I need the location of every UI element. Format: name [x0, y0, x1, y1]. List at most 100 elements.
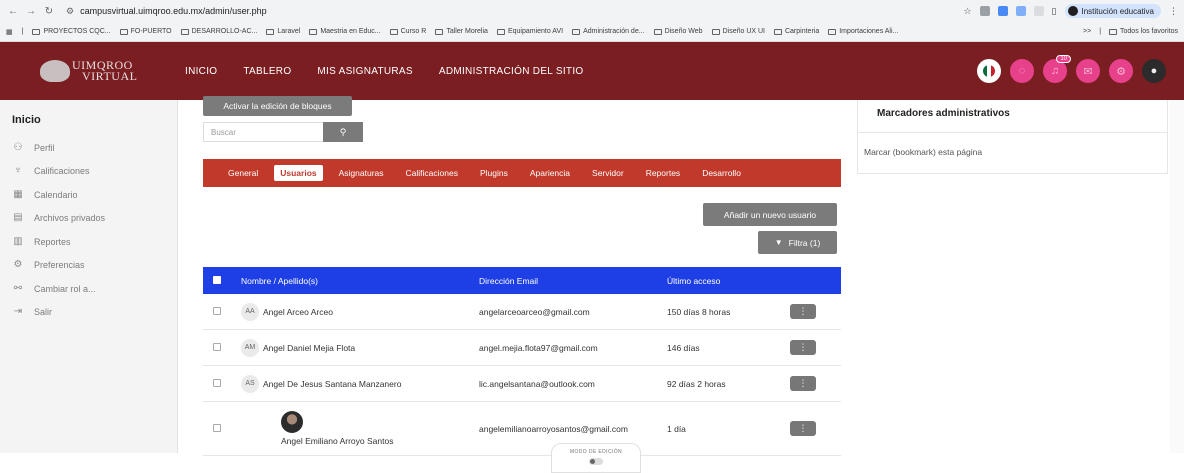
search-button[interactable]: ⚲	[323, 122, 363, 142]
user-email: angelemilianoarroyosantos@gmail.com	[479, 423, 628, 434]
messages-icon[interactable]: ✉	[1076, 59, 1100, 83]
sidebar-item-calendario[interactable]: ▦ Calendario	[0, 183, 177, 207]
edit-blocks-button[interactable]: Activar la edición de bloques	[203, 96, 352, 116]
tab-plugins[interactable]: Plugins	[474, 165, 514, 181]
bookmark-item[interactable]: Carpinteria	[773, 28, 819, 35]
sidebar-item-reportes[interactable]: ▥ Reportes	[0, 230, 177, 254]
site-info-icon[interactable]: ⚙	[66, 6, 74, 17]
search-input[interactable]: Buscar	[203, 122, 323, 142]
sidebar-item-archivos[interactable]: ▤ Archivos privados	[0, 207, 177, 231]
tab-general[interactable]: General	[222, 165, 264, 181]
bookmark-item[interactable]: Curso R	[389, 28, 426, 35]
tab-desarrollo[interactable]: Desarrollo	[696, 165, 747, 181]
folder-icon	[180, 28, 189, 35]
avatar	[281, 411, 303, 433]
user-name-link[interactable]: Angel De Jesus Santana Manzanero	[263, 379, 401, 389]
user-avatar[interactable]: ●	[1142, 59, 1166, 83]
bookmark-item[interactable]: Importaciones Ali...	[828, 28, 898, 35]
bookmark-item[interactable]: FO-PUERTO	[119, 28, 172, 35]
nav-tablero[interactable]: TABLERO	[243, 66, 291, 77]
apps-icon[interactable]: ▦	[6, 28, 13, 36]
sidebar-item-preferencias[interactable]: ⚙ Preferencias	[0, 254, 177, 278]
address-bar[interactable]: ⚙ campusvirtual.uimqroo.edu.mx/admin/use…	[66, 6, 267, 17]
nav-mis-asignaturas[interactable]: MIS ASIGNATURAS	[317, 66, 412, 77]
bookmark-item[interactable]: Equipamiento AVI	[496, 28, 563, 35]
row-actions-menu-button[interactable]: ⋮	[790, 421, 816, 436]
column-header-email[interactable]: Dirección Email	[479, 276, 667, 286]
row-actions-menu-button[interactable]: ⋮	[790, 376, 816, 391]
user-name-link[interactable]: Angel Arceo Arceo	[263, 307, 333, 317]
user-name-link[interactable]: Angel Daniel Mejia Flota	[263, 343, 355, 353]
sidebar-item-salir[interactable]: ⇥ Salir	[0, 301, 177, 325]
admin-bookmarks-block: Marcadores administrativos Marcar (bookm…	[857, 100, 1168, 174]
notifications-icon[interactable]: ♫ 10	[1043, 55, 1071, 83]
tab-apariencia[interactable]: Apariencia	[524, 165, 576, 181]
settings-icon[interactable]: ⚙	[1109, 59, 1133, 83]
sidebar-title[interactable]: Inicio	[12, 114, 177, 126]
sidepanel-icon[interactable]: ▯	[1052, 6, 1057, 17]
extension-icon[interactable]	[1015, 6, 1026, 16]
user-name-link[interactable]: Angel Emiliano Arroyo Santos	[281, 436, 393, 446]
table-header: Nombre / Apellido(s) Dirección Email Últ…	[203, 267, 841, 294]
folder-icon	[653, 28, 662, 35]
page-scrollbar[interactable]	[1170, 100, 1184, 453]
select-all-checkbox[interactable]	[213, 275, 221, 284]
nav-administracion[interactable]: ADMINISTRACIÓN DEL SITIO	[439, 66, 584, 77]
bookmark-page-link[interactable]: Marcar (bookmark) esta página	[858, 133, 1167, 173]
more-bookmarks-button[interactable]: >>	[1083, 28, 1091, 35]
site-header: UIMQROO VIRTUAL INICIO TABLERO MIS ASIGN…	[0, 42, 1184, 100]
logo-icon	[40, 60, 70, 82]
bookmark-item[interactable]: Diseño UX UI	[711, 28, 765, 35]
bookmark-item[interactable]: DESARROLLO-AC...	[180, 28, 257, 35]
edit-mode-toggle[interactable]: MODO DE EDICIÓN	[551, 443, 641, 473]
row-checkbox[interactable]	[213, 423, 221, 432]
back-icon[interactable]: ←	[6, 6, 20, 17]
bookmark-item[interactable]: Administración de...	[572, 28, 645, 35]
add-user-button[interactable]: Añadir un nuevo usuario	[703, 203, 837, 226]
language-flag-icon[interactable]	[977, 59, 1001, 83]
bookmark-item[interactable]: Laravel	[266, 28, 300, 35]
table-row: AM Angel Daniel Mejia Flota angel.mejia.f…	[203, 330, 841, 366]
folder-icon	[435, 28, 444, 35]
accessibility-icon[interactable]: ◌	[1010, 59, 1034, 83]
extension-icon[interactable]	[1033, 6, 1044, 16]
row-actions-menu-button[interactable]: ⋮	[790, 304, 816, 319]
row-actions-menu-button[interactable]: ⋮	[790, 340, 816, 355]
sidebar-item-cambiar-rol[interactable]: ⚯ Cambiar rol a...	[0, 277, 177, 301]
url-text[interactable]: campusvirtual.uimqroo.edu.mx/admin/user.…	[80, 6, 267, 16]
all-bookmarks-button[interactable]: Todos los favoritos	[1109, 28, 1178, 35]
star-icon[interactable]: ☆	[963, 6, 971, 17]
main-content: Activar la edición de bloques Buscar ⚲ G…	[203, 96, 843, 473]
row-checkbox[interactable]	[213, 342, 221, 351]
column-header-name[interactable]: Nombre / Apellido(s)	[241, 276, 479, 286]
bookmark-item[interactable]: Maestria en Educ...	[309, 28, 381, 35]
filter-icon: ▼	[774, 238, 783, 247]
sidebar-item-label: Calendario	[34, 189, 78, 200]
row-checkbox[interactable]	[213, 378, 221, 387]
table-row: Angel Emiliano Arroyo Santos angelemilia…	[203, 402, 841, 456]
sidebar-item-perfil[interactable]: ⚇ Perfil	[0, 136, 177, 160]
bookmark-item[interactable]: PROYECTOS CQC...	[32, 28, 111, 35]
bookmark-item[interactable]: Taller Morelia	[435, 28, 488, 35]
site-logo[interactable]: UIMQROO VIRTUAL	[18, 59, 163, 82]
tab-usuarios[interactable]: Usuarios	[274, 165, 323, 181]
profile-button[interactable]: Institución educativa	[1064, 4, 1161, 18]
sidebar-item-calificaciones[interactable]: ♆ Calificaciones	[0, 160, 177, 184]
filter-button[interactable]: ▼ Filtra (1)	[758, 231, 837, 254]
edit-mode-switch[interactable]	[589, 458, 603, 465]
tab-servidor[interactable]: Servidor	[586, 165, 630, 181]
menu-icon[interactable]: ⋮	[1169, 6, 1178, 17]
nav-inicio[interactable]: INICIO	[185, 66, 217, 77]
reload-icon[interactable]: ↻	[42, 6, 56, 17]
tab-calificaciones[interactable]: Calificaciones	[400, 165, 464, 181]
extension-icon[interactable]	[979, 6, 990, 16]
forward-icon[interactable]: →	[24, 6, 38, 17]
extension-icon[interactable]	[997, 6, 1008, 16]
tab-reportes[interactable]: Reportes	[640, 165, 687, 181]
row-checkbox[interactable]	[213, 306, 221, 315]
column-header-last-access[interactable]: Último acceso	[667, 276, 790, 286]
tab-asignaturas[interactable]: Asignaturas	[333, 165, 390, 181]
folder-icon	[828, 28, 837, 35]
table-row: AS Angel De Jesus Santana Manzanero lic.a…	[203, 366, 841, 402]
bookmark-item[interactable]: Diseño Web	[653, 28, 703, 35]
